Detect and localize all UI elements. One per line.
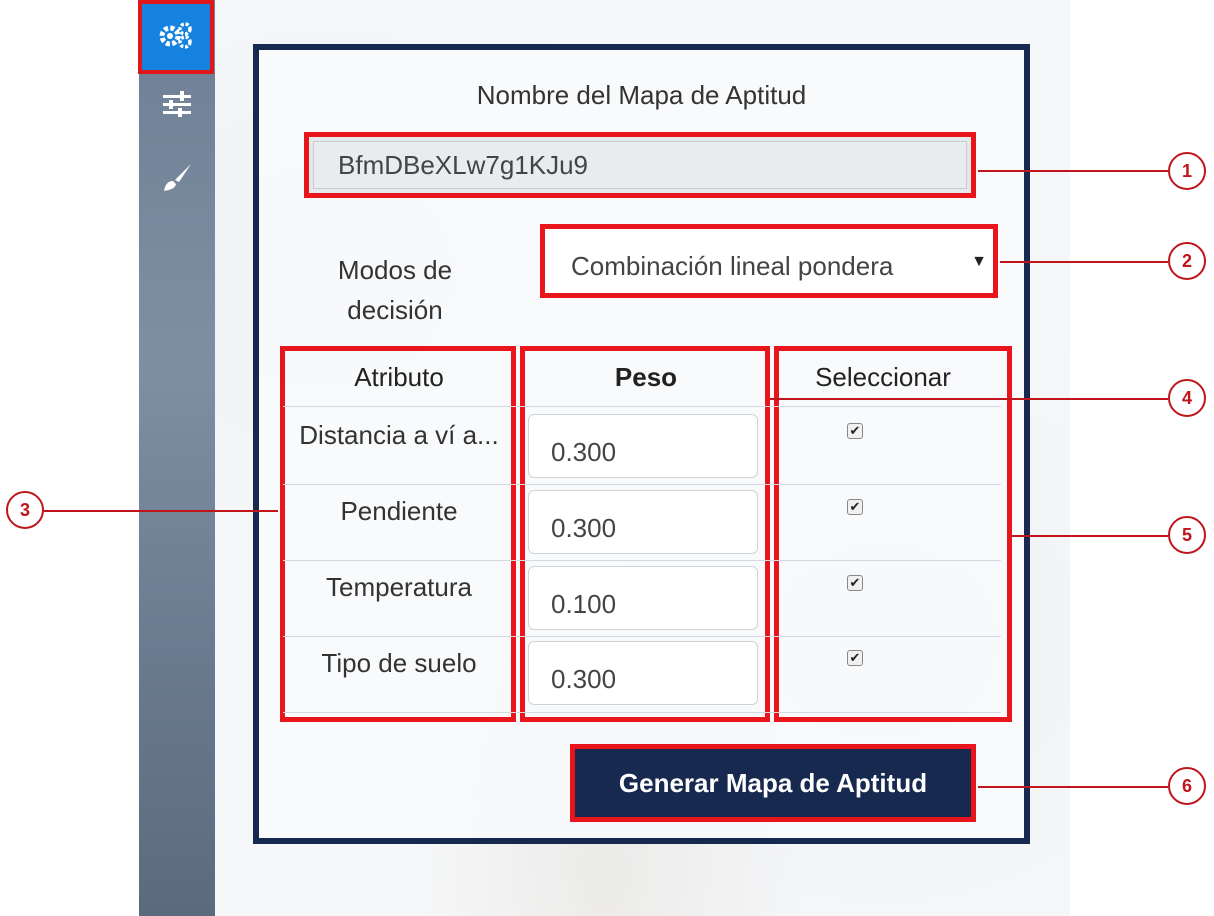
row-divider	[283, 712, 1001, 713]
sidebar-settings-button[interactable]	[138, 0, 214, 74]
header-atributo: Atributo	[354, 362, 444, 392]
page-title: Nombre del Mapa de Aptitud	[476, 80, 807, 110]
map-name-input[interactable]	[313, 141, 967, 189]
callout-marker: 5	[1168, 516, 1206, 554]
weight-input[interactable]: 0.300	[528, 414, 758, 478]
row-divider	[283, 484, 1001, 485]
select-checkbox[interactable]: ✔	[847, 423, 863, 439]
callout-line	[978, 786, 1168, 788]
brush-icon	[161, 162, 193, 199]
sliders-icon	[162, 90, 192, 122]
sidebar-style-button[interactable]	[139, 150, 215, 210]
callout-marker: 1	[1168, 152, 1206, 190]
callout-line	[770, 398, 1168, 400]
sidebar-sliders-button[interactable]	[139, 76, 215, 136]
row-divider	[283, 560, 1001, 561]
callout-line	[44, 510, 278, 512]
name-input-highlight	[304, 132, 976, 198]
callout-marker: 6	[1168, 767, 1206, 805]
callout-marker: 4	[1168, 379, 1206, 417]
weight-input[interactable]: 0.300	[528, 641, 758, 705]
table-row-attribute: Tipo de suelo	[321, 648, 477, 678]
generate-map-button[interactable]: Generar Mapa de Aptitud	[579, 753, 967, 813]
decision-mode-value: Combinación lineal pondera	[571, 251, 894, 281]
table-row-attribute: Temperatura	[326, 572, 472, 602]
sidebar	[138, 0, 215, 916]
select-checkbox[interactable]: ✔	[847, 650, 863, 666]
callout-line	[978, 170, 1168, 172]
callout-marker: 2	[1168, 242, 1206, 280]
row-divider	[283, 406, 1001, 407]
table-row-attribute: Distancia a ví a...	[299, 420, 499, 450]
weight-input[interactable]: 0.300	[528, 490, 758, 554]
select-checkbox[interactable]: ✔	[847, 575, 863, 591]
callout-line	[1012, 535, 1168, 537]
callout-marker: 3	[6, 491, 44, 529]
gears-icon	[158, 20, 194, 55]
header-peso: Peso	[614, 362, 678, 392]
weight-input[interactable]: 0.100	[528, 566, 758, 630]
decision-mode-label: Modos de decisión	[337, 255, 453, 325]
row-divider	[283, 636, 1001, 637]
decision-mode-select[interactable]: Combinación lineal pondera ▼	[540, 224, 998, 298]
header-seleccionar: Seleccionar	[815, 362, 951, 392]
table-row-attribute: Pendiente	[340, 496, 458, 526]
generate-button-highlight: Generar Mapa de Aptitud	[570, 744, 976, 822]
caret-down-icon: ▼	[971, 253, 987, 270]
select-column-highlight	[774, 346, 1012, 722]
callout-line	[1000, 261, 1168, 263]
select-checkbox[interactable]: ✔	[847, 499, 863, 515]
